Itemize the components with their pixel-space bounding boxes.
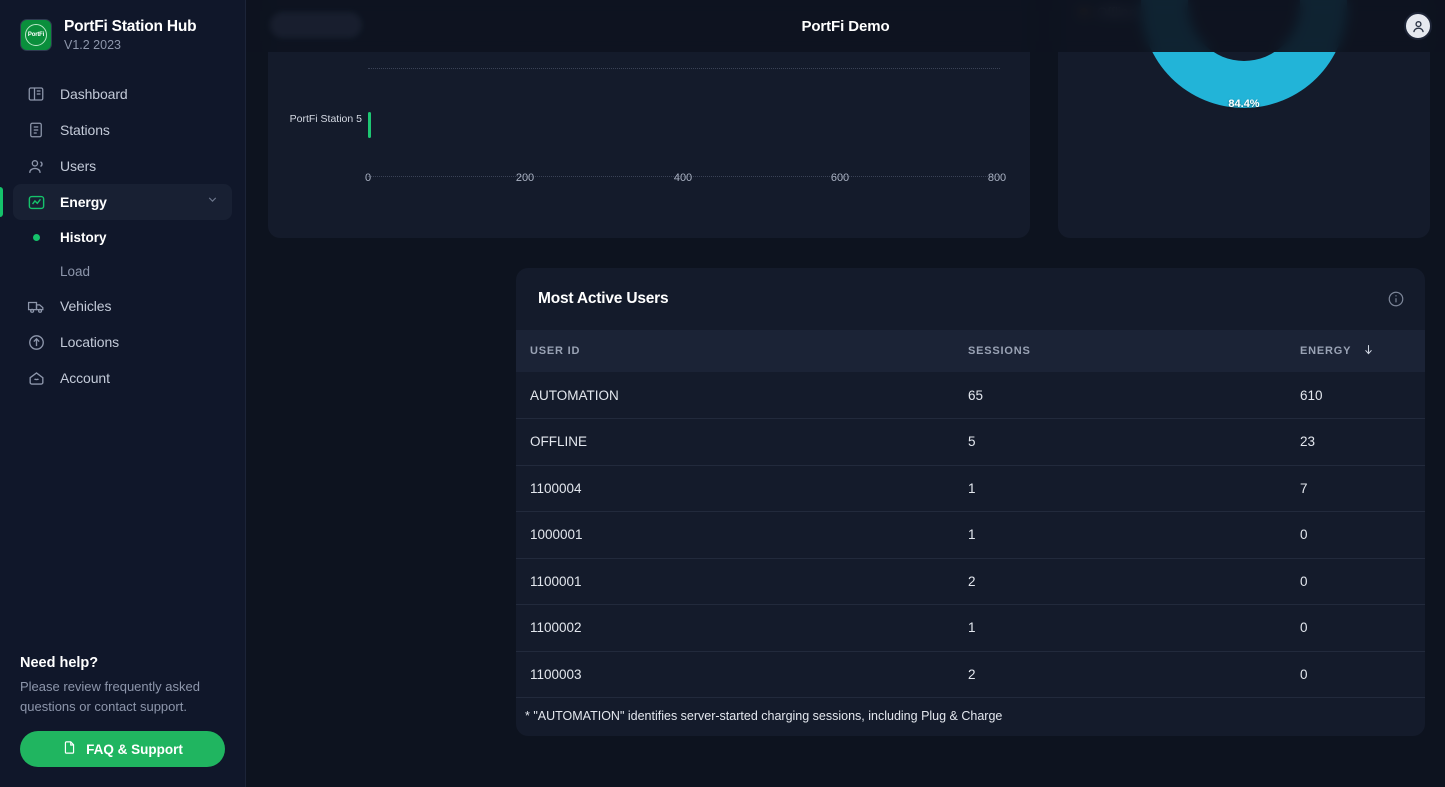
table-row[interactable]: 1100002 1 0 bbox=[516, 605, 1425, 652]
table-footnote: * "AUTOMATION" identifies server-started… bbox=[516, 698, 1425, 736]
cell-energy: 23 bbox=[1300, 419, 1425, 466]
page-title: PortFi Demo bbox=[246, 18, 1445, 35]
cell-user-id: AUTOMATION bbox=[516, 372, 968, 419]
column-header-sessions[interactable]: SESSIONS bbox=[968, 330, 1300, 372]
table-row[interactable]: OFFLINE 5 23 bbox=[516, 419, 1425, 466]
cell-user-id: 1100003 bbox=[516, 651, 968, 698]
portfi-logo-icon: PortFi bbox=[20, 19, 52, 51]
location-icon bbox=[26, 332, 46, 352]
cell-user-id: OFFLINE bbox=[516, 419, 968, 466]
sidebar-item-label: Vehicles bbox=[60, 298, 111, 314]
sidebar-item-dashboard[interactable]: Dashboard bbox=[13, 76, 232, 112]
cell-energy: 0 bbox=[1300, 558, 1425, 605]
bar-category-label: PortFi Station 5 bbox=[276, 113, 362, 125]
x-axis-tick: 800 bbox=[988, 172, 1006, 184]
cell-sessions: 1 bbox=[968, 512, 1300, 559]
app-version: V1.2 2023 bbox=[64, 38, 196, 52]
help-title: Need help? bbox=[20, 655, 225, 671]
top-bar: PortFi Demo bbox=[246, 0, 1445, 52]
most-active-users-card: Most Active Users USER ID SESSIO bbox=[516, 268, 1425, 736]
cell-energy: 610 bbox=[1300, 372, 1425, 419]
sidebar-item-label: Locations bbox=[60, 334, 119, 350]
arrow-down-icon[interactable] bbox=[1362, 343, 1375, 359]
faq-support-label: FAQ & Support bbox=[86, 742, 183, 757]
sidebar-item-label: Dashboard bbox=[60, 86, 128, 102]
sidebar-subitem-load[interactable]: Load bbox=[13, 254, 232, 288]
faq-support-button[interactable]: FAQ & Support bbox=[20, 731, 225, 767]
sidebar-item-account[interactable]: Account bbox=[13, 360, 232, 396]
cell-user-id: 1100002 bbox=[516, 605, 968, 652]
column-header-label: ENERGY bbox=[1300, 345, 1351, 357]
x-axis-tick: 400 bbox=[674, 172, 692, 184]
sidebar-subitem-label: Load bbox=[60, 264, 90, 279]
sidebar-item-label: Users bbox=[60, 158, 96, 174]
brand-header: PortFi PortFi Station Hub V1.2 2023 bbox=[0, 0, 245, 52]
sidebar-item-users[interactable]: Users bbox=[13, 148, 232, 184]
sidebar-item-energy[interactable]: Energy bbox=[13, 184, 232, 220]
cell-user-id: 1100004 bbox=[516, 465, 968, 512]
donut-percent-label: 84.4% bbox=[1228, 98, 1259, 110]
column-header-label: USER ID bbox=[530, 345, 580, 357]
sidebar-item-vehicles[interactable]: Vehicles bbox=[13, 288, 232, 324]
x-axis-tick: 200 bbox=[516, 172, 534, 184]
sidebar-item-label: Energy bbox=[60, 194, 107, 210]
scroll-area: PortFi Station 5 0 200 400 600 800 84.4% bbox=[246, 0, 1445, 787]
logo-text: PortFi bbox=[28, 32, 44, 38]
energy-icon bbox=[26, 192, 46, 212]
cell-energy: 0 bbox=[1300, 605, 1425, 652]
help-body: Please review frequently asked questions… bbox=[20, 677, 225, 717]
chevron-down-icon[interactable] bbox=[206, 193, 219, 211]
cell-user-id: 1100001 bbox=[516, 558, 968, 605]
cell-sessions: 5 bbox=[968, 419, 1300, 466]
cell-sessions: 2 bbox=[968, 558, 1300, 605]
x-axis-tick: 600 bbox=[831, 172, 849, 184]
cell-sessions: 1 bbox=[968, 605, 1300, 652]
vehicle-icon bbox=[26, 296, 46, 316]
sidebar-item-label: Stations bbox=[60, 122, 110, 138]
cell-energy: 0 bbox=[1300, 651, 1425, 698]
station-icon bbox=[26, 120, 46, 140]
most-active-users-table: USER ID SESSIONS ENERGY bbox=[516, 330, 1425, 698]
column-header-energy[interactable]: ENERGY bbox=[1300, 330, 1425, 372]
cell-energy: 7 bbox=[1300, 465, 1425, 512]
account-icon bbox=[26, 368, 46, 388]
table-row[interactable]: 1100004 1 7 bbox=[516, 465, 1425, 512]
x-axis-tick: 0 bbox=[365, 172, 371, 184]
table-header-row: USER ID SESSIONS ENERGY bbox=[516, 330, 1425, 372]
table-row[interactable]: 1100003 2 0 bbox=[516, 651, 1425, 698]
sidebar: PortFi PortFi Station Hub V1.2 2023 Dash… bbox=[0, 0, 246, 787]
cell-user-id: 1000001 bbox=[516, 512, 968, 559]
bar-portfi-station-5[interactable] bbox=[368, 112, 371, 138]
users-icon bbox=[26, 156, 46, 176]
column-header-label: SESSIONS bbox=[968, 345, 1031, 357]
cell-sessions: 65 bbox=[968, 372, 1300, 419]
cell-sessions: 1 bbox=[968, 465, 1300, 512]
cell-energy: 0 bbox=[1300, 512, 1425, 559]
help-section: Need help? Please review frequently aske… bbox=[20, 655, 225, 767]
table-title: Most Active Users bbox=[538, 290, 668, 308]
table-header-bar: Most Active Users bbox=[516, 268, 1425, 330]
table-body: AUTOMATION 65 610 OFFLINE 5 23 1100004 1… bbox=[516, 372, 1425, 698]
app-title: PortFi Station Hub bbox=[64, 18, 196, 36]
main-content: PortFi Station 5 0 200 400 600 800 84.4% bbox=[246, 0, 1445, 787]
sidebar-item-locations[interactable]: Locations bbox=[13, 324, 232, 360]
dashboard-icon bbox=[26, 84, 46, 104]
sidebar-item-label: Account bbox=[60, 370, 110, 386]
active-dot-icon bbox=[26, 234, 46, 241]
table-row[interactable]: AUTOMATION 65 610 bbox=[516, 372, 1425, 419]
gridline-top bbox=[368, 68, 1000, 69]
table-row[interactable]: 1000001 1 0 bbox=[516, 512, 1425, 559]
avatar[interactable] bbox=[1404, 12, 1432, 40]
sidebar-nav: Dashboard Stations Users bbox=[0, 76, 245, 396]
info-icon[interactable] bbox=[1387, 290, 1405, 313]
column-header-user-id[interactable]: USER ID bbox=[516, 330, 968, 372]
cell-sessions: 2 bbox=[968, 651, 1300, 698]
table-row[interactable]: 1100001 2 0 bbox=[516, 558, 1425, 605]
sidebar-subitem-history[interactable]: History bbox=[13, 220, 232, 254]
sidebar-item-stations[interactable]: Stations bbox=[13, 112, 232, 148]
sidebar-subitem-label: History bbox=[60, 230, 107, 245]
table-head: USER ID SESSIONS ENERGY bbox=[516, 330, 1425, 372]
document-icon bbox=[62, 740, 77, 758]
